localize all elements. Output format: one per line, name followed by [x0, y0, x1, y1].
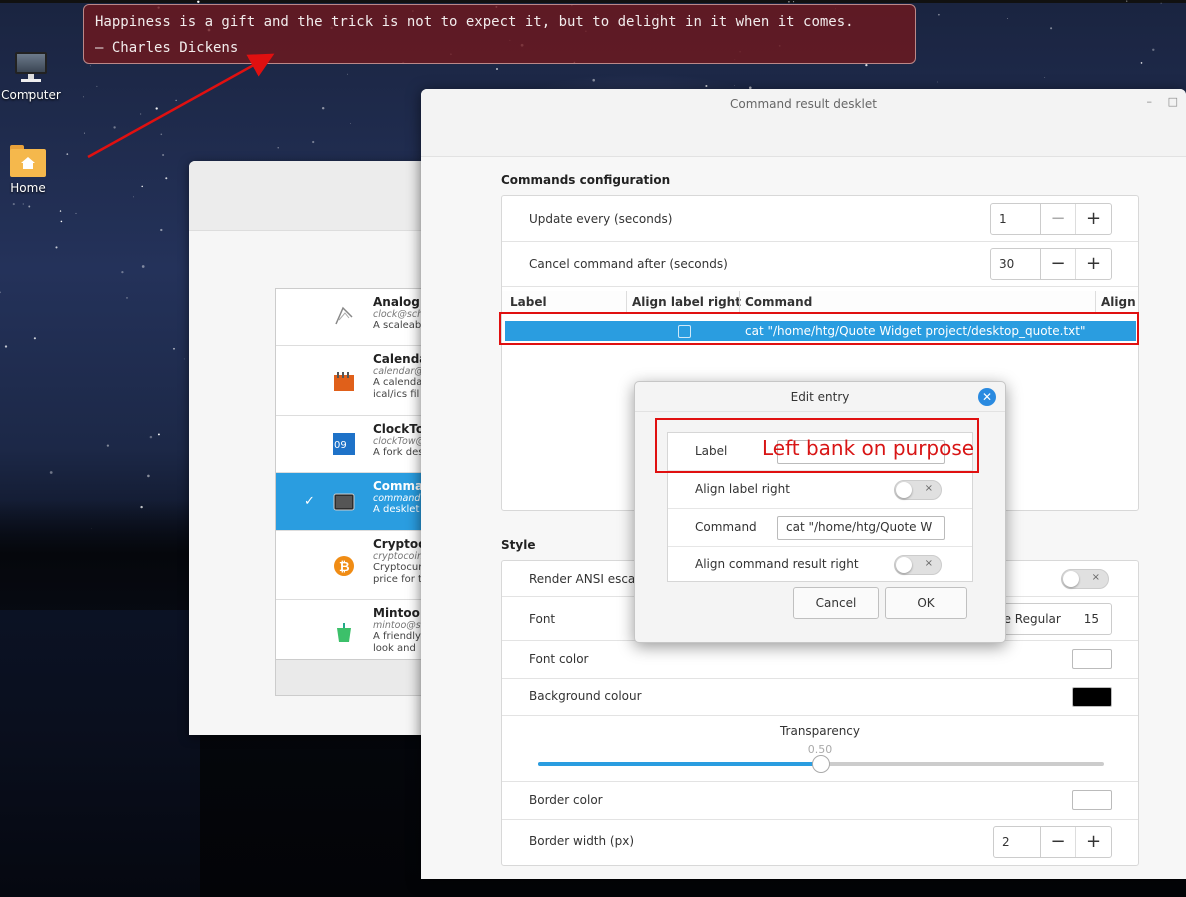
transparency-slider-handle[interactable] — [812, 755, 830, 773]
highlight-box-command-row — [499, 312, 1139, 345]
list-item[interactable]: ₿ Cryptoc cryptocoin Cryptocur price for… — [276, 531, 434, 600]
align-result-right-row: Align command result right × — [668, 547, 972, 583]
background-colour-row: Background colour — [502, 679, 1138, 716]
column-align[interactable]: Align — [1101, 295, 1136, 309]
dialog-title: Edit entry — [790, 390, 850, 404]
decrement-button[interactable]: − — [1041, 204, 1076, 234]
close-icon[interactable]: ✕ — [978, 388, 996, 406]
command-row: Command cat "/home/htg/Quote W — [668, 509, 972, 547]
calendar-icon — [334, 372, 354, 391]
column-align-label-right[interactable]: Align label right — [632, 295, 741, 309]
list-item-selected[interactable]: ✓ Comman command A desklet — [276, 473, 434, 531]
ok-button[interactable]: OK — [885, 587, 967, 619]
font-size: 15 — [1083, 612, 1099, 626]
commands-table-header: Label Align label right Command Align — [502, 291, 1138, 313]
command-input[interactable]: cat "/home/htg/Quote W — [777, 516, 945, 540]
font-label: Font — [529, 612, 556, 626]
border-width-row: Border width (px) 2 − + — [502, 820, 1138, 866]
transparency-slider-fill — [538, 762, 821, 766]
align-label-right-row: Align label right × — [668, 471, 972, 509]
align-label-right-label: Align label right — [695, 482, 790, 496]
decrement-button[interactable]: − — [1041, 827, 1076, 857]
desktop-icon-label: Computer — [1, 88, 61, 102]
transparency-label: Transparency — [779, 724, 861, 738]
desktop-icon-home[interactable]: Home — [0, 145, 56, 195]
annotation-text: Left bank on purpose — [762, 436, 975, 460]
list-item[interactable]: Analog C clock@sch A scaleab — [276, 289, 434, 346]
border-color-label: Border color — [529, 793, 603, 807]
font-color-label: Font color — [529, 652, 589, 666]
svg-text:09: 09 — [334, 440, 347, 451]
border-width-spinner: 2 − + — [993, 826, 1112, 858]
minimize-button[interactable]: – — [1147, 95, 1153, 108]
quote-text: Happiness is a gift and the trick is not… — [95, 14, 854, 30]
svg-text:₿: ₿ — [339, 560, 350, 575]
desktop-lake — [0, 610, 200, 897]
desktop-icon-computer[interactable]: Computer — [0, 52, 62, 102]
decrement-button[interactable]: − — [1041, 249, 1076, 279]
update-every-row: Update every (seconds) 1 − + — [502, 196, 1138, 242]
maximize-button[interactable]: □ — [1168, 95, 1178, 108]
update-every-spinner: 1 − + — [990, 203, 1112, 235]
bitcoin-icon: ₿ — [334, 556, 354, 576]
list-item[interactable]: Mintoo mintoo@s A friendly look and — [276, 600, 434, 660]
increment-button[interactable]: + — [1076, 827, 1111, 857]
desklet-list: Analog C clock@sch A scaleab Calenda cal… — [275, 288, 435, 696]
desktop-treeline — [0, 500, 200, 620]
transparency-slider[interactable] — [538, 755, 1104, 773]
align-result-right-label: Align command result right — [695, 557, 859, 571]
cancel-after-label: Cancel command after (seconds) — [529, 257, 728, 271]
window-titlebar: Command result desklet – □ — [421, 89, 1186, 157]
align-label-right-toggle[interactable]: × — [894, 480, 942, 500]
list-item[interactable]: Calenda calendar@ A calenda ical/ics fil — [276, 346, 434, 416]
quote-desklet: Happiness is a gift and the trick is not… — [83, 4, 916, 64]
update-every-value[interactable]: 1 — [991, 204, 1041, 234]
window-title: Command result desklet — [730, 97, 877, 111]
cancel-button[interactable]: Cancel — [793, 587, 879, 619]
mintoo-icon — [337, 623, 351, 642]
border-color-button[interactable] — [1072, 790, 1112, 810]
clocktower-icon: 09 — [333, 433, 355, 455]
font-color-button[interactable] — [1072, 649, 1112, 669]
border-color-row: Border color — [502, 782, 1138, 820]
background-colour-button[interactable] — [1072, 687, 1112, 707]
align-result-right-toggle[interactable]: × — [894, 555, 942, 575]
desklet-list-footer — [276, 659, 434, 695]
column-command[interactable]: Command — [745, 295, 812, 309]
transparency-row: Transparency 0.50 — [502, 716, 1138, 782]
border-width-value[interactable]: 2 — [994, 827, 1041, 857]
cancel-after-row: Cancel command after (seconds) 30 − + — [502, 242, 1138, 287]
analog-clock-icon — [335, 306, 353, 325]
dialog-titlebar: Edit entry ✕ — [635, 382, 1005, 412]
style-heading: Style — [501, 538, 536, 552]
top-strip — [0, 0, 1186, 3]
font-chooser-button[interactable]: ce Regular 15 — [992, 603, 1112, 635]
desklets-manager-titlebar — [189, 161, 429, 231]
cancel-after-value[interactable]: 30 — [991, 249, 1041, 279]
update-every-label: Update every (seconds) — [529, 212, 673, 226]
terminal-icon — [333, 493, 355, 511]
font-color-row: Font color — [502, 641, 1138, 679]
font-name: ce Regular — [997, 612, 1061, 626]
increment-button[interactable]: + — [1076, 204, 1111, 234]
cancel-after-spinner: 30 − + — [990, 248, 1112, 280]
render-ansi-toggle[interactable]: × — [1061, 569, 1109, 589]
border-width-label: Border width (px) — [529, 834, 635, 848]
render-ansi-label: Render ANSI escap — [529, 572, 643, 586]
computer-icon — [11, 52, 51, 84]
increment-button[interactable]: + — [1076, 249, 1111, 279]
column-label[interactable]: Label — [510, 295, 547, 309]
command-field-label: Command — [695, 520, 757, 534]
list-item[interactable]: 09 ClockTo clockTow@ A fork des — [276, 416, 434, 473]
home-folder-icon — [8, 145, 48, 177]
commands-config-heading: Commands configuration — [501, 173, 671, 187]
quote-author: — Charles Dickens — [95, 40, 239, 56]
desktop-icon-label: Home — [10, 181, 46, 195]
background-colour-label: Background colour — [529, 689, 642, 703]
check-icon: ✓ — [304, 494, 315, 509]
